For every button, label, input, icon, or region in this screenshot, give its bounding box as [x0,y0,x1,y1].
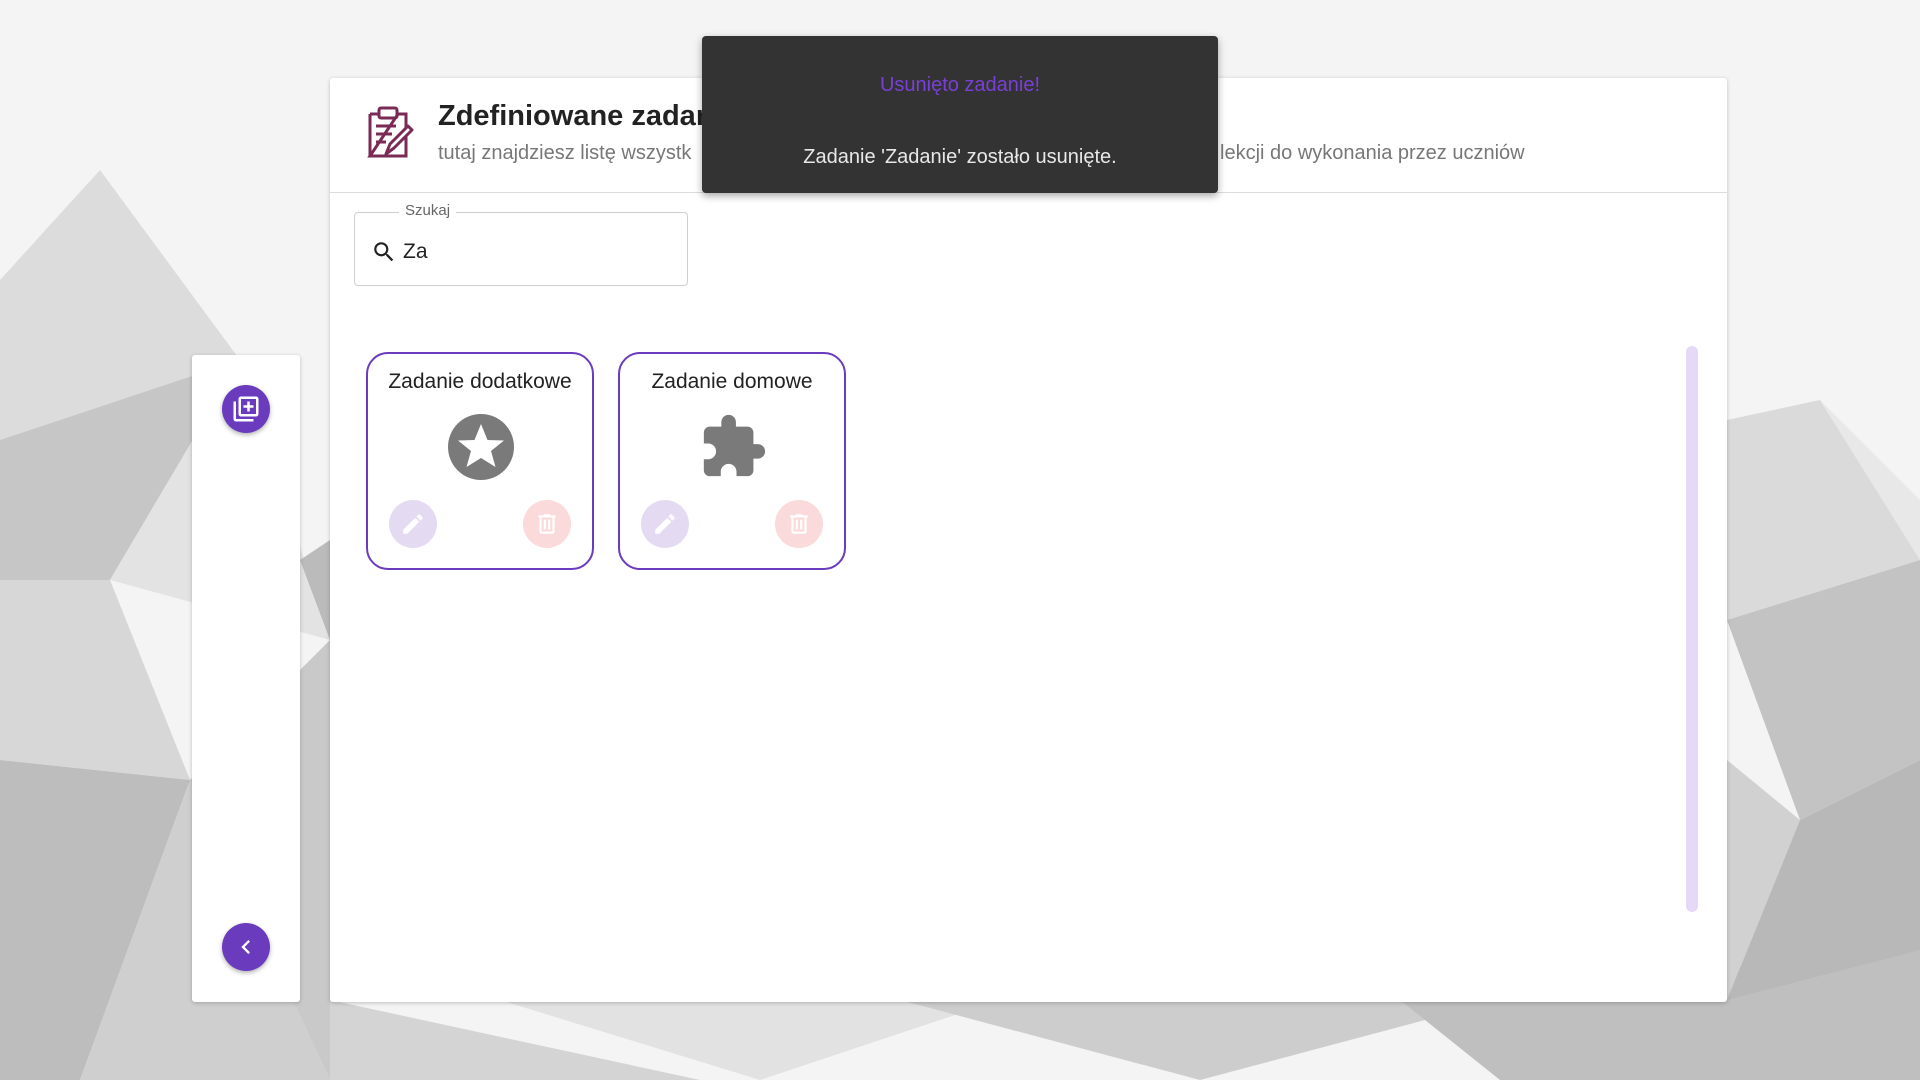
edit-task-button[interactable] [389,500,437,548]
task-card-title: Zadanie domowe [651,370,813,393]
trash-icon [790,514,808,534]
page-subtitle: tutaj znajdziesz listę wszystk [438,142,691,165]
search-field[interactable]: Szukaj [354,202,688,286]
page-subtitle-start: tutaj znajdziesz listę wszystk [438,142,692,164]
page-title: Zdefiniowane zadan [438,100,714,132]
delete-task-button[interactable] [523,500,571,548]
search-icon [374,242,394,262]
back-button[interactable] [222,923,270,971]
task-card-title: Zadanie dodatkowe [388,370,572,393]
task-card[interactable]: Zadanie dodatkowe [366,352,594,570]
chevron-left-icon [241,940,250,954]
page-subtitle-end: lekcji do wykonania przez uczniów [1220,142,1525,164]
task-card[interactable]: Zadanie domowe [618,352,846,570]
puzzle-icon [698,412,768,482]
library-add-icon [233,396,259,422]
star-circle-icon [446,412,516,482]
search-input[interactable] [403,235,673,269]
clipboard-edit-icon [362,104,414,162]
add-task-button[interactable] [222,385,270,433]
pencil-icon [655,514,675,534]
toast-message: Zadanie 'Zadanie' zostało usunięte. [803,146,1117,168]
tasks-panel: Zdefiniowane zadan tutaj znajdziesz list… [330,78,1727,1002]
side-toolbar [192,355,300,1002]
search-label: Szukaj [399,202,457,219]
deleted-toast: Usunięto zadanie! Zadanie 'Zadanie' zost… [702,36,1218,193]
toast-title: Usunięto zadanie! [879,74,1041,96]
cards-scrollbar[interactable] [1686,346,1698,912]
trash-icon [538,514,556,534]
pencil-icon [403,514,423,534]
delete-task-button[interactable] [775,500,823,548]
edit-task-button[interactable] [641,500,689,548]
